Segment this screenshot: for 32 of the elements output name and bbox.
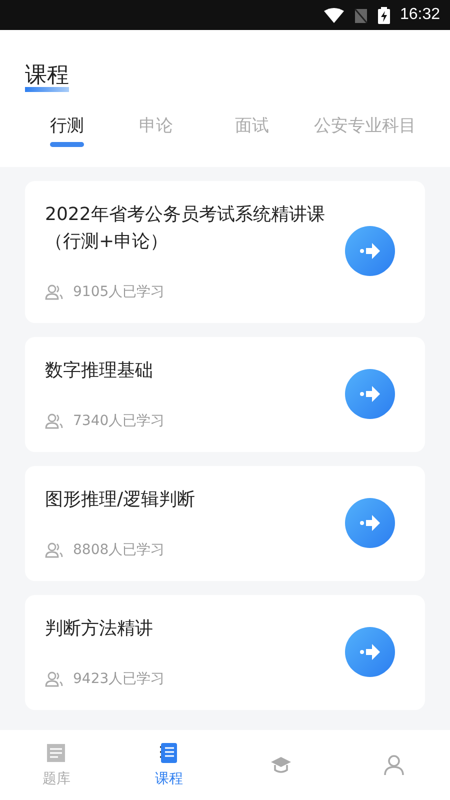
arrow-right-icon[interactable] bbox=[345, 498, 395, 548]
people-icon bbox=[45, 542, 63, 558]
course-title: 数字推理基础 bbox=[45, 359, 154, 383]
battery-charging-icon bbox=[378, 6, 390, 24]
book-icon bbox=[45, 742, 68, 764]
learner-count: 8808人已学习 bbox=[73, 541, 165, 559]
learner-count: 9105人已学习 bbox=[73, 283, 165, 301]
person-icon bbox=[382, 754, 405, 776]
learner-count: 7340人已学习 bbox=[73, 412, 165, 430]
nav-label: 题库 bbox=[42, 770, 70, 788]
notebook-icon bbox=[158, 742, 180, 764]
course-title: 2022年省考公务员考试系统精讲课（行测+申论） bbox=[45, 203, 325, 254]
arrow-right-icon[interactable] bbox=[345, 368, 395, 418]
arrow-right-icon[interactable] bbox=[345, 226, 395, 276]
learner-count: 9423人已学习 bbox=[73, 670, 165, 688]
course-title: 图形推理/逻辑判断 bbox=[45, 488, 196, 512]
wifi-icon bbox=[324, 8, 344, 22]
people-icon bbox=[45, 284, 63, 300]
tab[interactable]: 行测 bbox=[30, 108, 108, 151]
nav-item[interactable]: 课程 bbox=[112, 730, 225, 800]
arrow-right-icon[interactable] bbox=[345, 626, 395, 676]
course-card[interactable]: 数字推理基础 7340人已学习 bbox=[25, 337, 425, 452]
no-signal-icon bbox=[354, 8, 368, 22]
nav-label: 课程 bbox=[154, 770, 183, 788]
people-icon bbox=[45, 413, 63, 429]
people-icon bbox=[45, 671, 63, 687]
course-card[interactable]: 2022年省考公务员考试系统精讲课（行测+申论） 9105人已学习 bbox=[25, 181, 425, 323]
course-card[interactable]: 判断方法精讲 9423人已学习 bbox=[25, 595, 425, 710]
course-card[interactable]: 图形推理/逻辑判断 8808人已学习 bbox=[25, 466, 425, 581]
cap-icon bbox=[270, 754, 292, 776]
clock: 16:32 bbox=[400, 6, 440, 24]
course-title: 判断方法精讲 bbox=[45, 617, 154, 641]
